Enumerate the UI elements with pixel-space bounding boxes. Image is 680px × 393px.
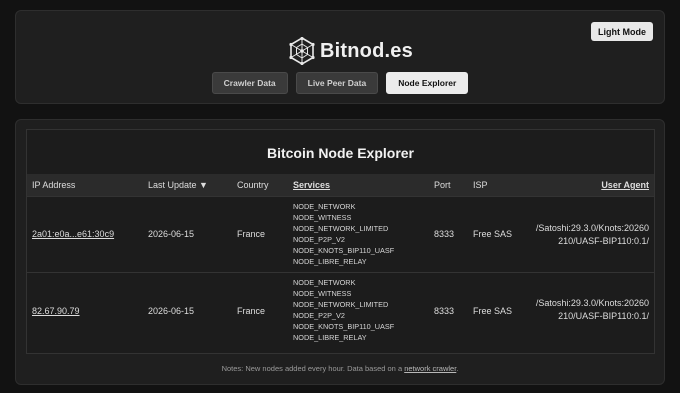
user-agent-line: 210/UASF-BIP110:0.1/ bbox=[558, 236, 649, 246]
tab-node-explorer[interactable]: Node Explorer bbox=[386, 72, 469, 94]
service-item: NODE_P2P_V2 bbox=[293, 235, 345, 244]
ip-address-link[interactable]: 2a01:e0a...e61:30c9 bbox=[32, 229, 114, 239]
col-isp: ISP bbox=[473, 180, 488, 190]
header-card: Light Mode Bitnod.es Crawler Data Live P… bbox=[15, 10, 665, 104]
user-agent-line: /Satoshi:29.3.0/Knots:20260 bbox=[535, 298, 649, 308]
col-services[interactable]: Services bbox=[293, 180, 330, 190]
user-agent-line: 210/UASF-BIP110:0.1/ bbox=[558, 311, 649, 321]
col-last-update[interactable]: Last Update ▼ bbox=[148, 180, 208, 190]
notes-text: Notes: New nodes added every hour. Data … bbox=[221, 364, 405, 373]
col-country: Country bbox=[237, 180, 269, 190]
service-item: NODE_NETWORK_LIMITED bbox=[293, 224, 389, 233]
tab-crawler-data[interactable]: Crawler Data bbox=[211, 72, 288, 94]
network-crawler-link[interactable]: network crawler bbox=[404, 364, 456, 373]
service-item: NODE_LIBRE_RELAY bbox=[293, 333, 367, 342]
ip-address-link[interactable]: 82.67.90.79 bbox=[32, 306, 80, 316]
services-list: NODE_NETWORK NODE_WITNESS NODE_NETWORK_L… bbox=[293, 277, 394, 343]
table-header: IP Address Last Update ▼ Country Service… bbox=[27, 174, 654, 196]
light-mode-button[interactable]: Light Mode bbox=[591, 22, 653, 41]
brand-name: Bitnod.es bbox=[320, 39, 413, 62]
service-item: NODE_WITNESS bbox=[293, 213, 352, 222]
tab-live-peer-data[interactable]: Live Peer Data bbox=[295, 72, 379, 94]
page-title: Bitcoin Node Explorer bbox=[266, 145, 415, 161]
notes: Notes: New nodes added every hour. Data … bbox=[16, 364, 664, 373]
hexagon-network-icon bbox=[289, 37, 315, 65]
table-row: 2a01:e0a...e61:30c9 2026-06-15 France NO… bbox=[27, 196, 654, 272]
service-item: NODE_KNOTS_BIP110_UASF bbox=[293, 322, 395, 331]
col-user-agent[interactable]: User Agent bbox=[601, 180, 649, 190]
service-item: NODE_LIBRE_RELAY bbox=[293, 257, 367, 266]
country: France bbox=[237, 229, 266, 239]
service-item: NODE_P2P_V2 bbox=[293, 311, 345, 320]
explorer-card: Bitcoin Node Explorer IP Address Last Up… bbox=[15, 119, 665, 385]
user-agent-line: /Satoshi:29.3.0/Knots:20260 bbox=[535, 223, 649, 233]
service-item: NODE_NETWORK_LIMITED bbox=[293, 300, 389, 309]
service-item: NODE_NETWORK bbox=[293, 278, 356, 287]
brand[interactable]: Bitnod.es bbox=[289, 36, 413, 66]
user-agent: /Satoshi:29.3.0/Knots:20260 210/UASF-BIP… bbox=[529, 222, 649, 248]
services-list: NODE_NETWORK NODE_WITNESS NODE_NETWORK_L… bbox=[293, 201, 394, 267]
service-item: NODE_NETWORK bbox=[293, 202, 356, 211]
port: 8333 bbox=[434, 229, 455, 239]
node-table: Bitcoin Node Explorer IP Address Last Up… bbox=[26, 129, 655, 354]
isp: Free SAS bbox=[473, 306, 513, 316]
last-update: 2026-06-15 bbox=[148, 229, 195, 239]
table-row: 82.67.90.79 2026-06-15 France NODE_NETWO… bbox=[27, 272, 654, 353]
country: France bbox=[237, 306, 266, 316]
col-ip-address: IP Address bbox=[32, 180, 76, 190]
service-item: NODE_KNOTS_BIP110_UASF bbox=[293, 246, 395, 255]
col-port: Port bbox=[434, 180, 451, 190]
service-item: NODE_WITNESS bbox=[293, 289, 352, 298]
nav-tabs: Crawler Data Live Peer Data Node Explore… bbox=[16, 72, 664, 94]
isp: Free SAS bbox=[473, 229, 513, 239]
last-update: 2026-06-15 bbox=[148, 306, 195, 316]
user-agent: /Satoshi:29.3.0/Knots:20260 210/UASF-BIP… bbox=[529, 297, 649, 323]
notes-suffix: . bbox=[456, 364, 459, 373]
port: 8333 bbox=[434, 306, 455, 316]
